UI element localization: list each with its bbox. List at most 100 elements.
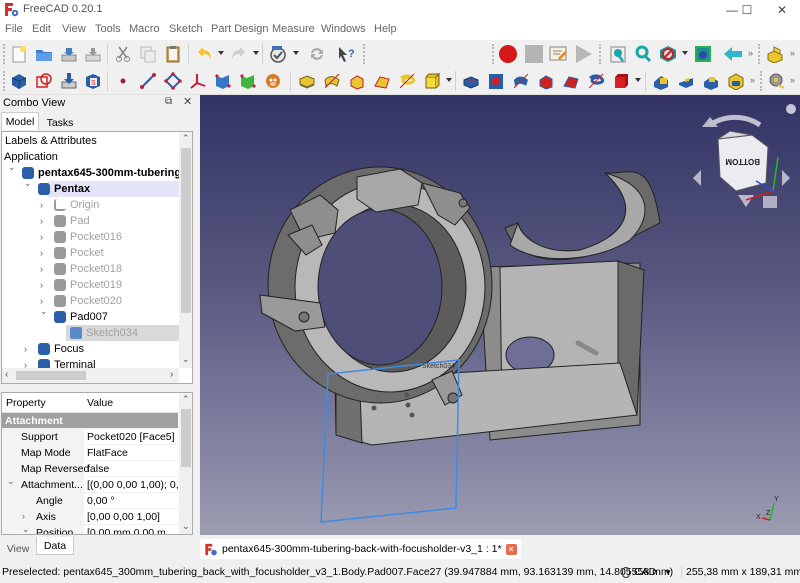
scroll-right-icon[interactable]: ›: [170, 369, 173, 380]
create-sketch-button[interactable]: [33, 70, 55, 92]
property-row-position[interactable]: ⌄ Position [0,00 mm 0,00 m...: [2, 524, 178, 534]
back-button[interactable]: [722, 43, 744, 65]
macro-stop-button[interactable]: [523, 43, 545, 65]
chamfer-button[interactable]: [675, 70, 697, 92]
additive-primitive-dropdown[interactable]: [446, 78, 452, 82]
collapse-arrow-icon[interactable]: ⌄: [8, 162, 16, 173]
property-group-attachment[interactable]: Attachment: [2, 413, 178, 429]
float-panel-icon[interactable]: ⧉: [165, 96, 172, 107]
property-scroll-thumb[interactable]: [181, 409, 191, 467]
toolbar-overflow-button-4[interactable]: »: [790, 75, 795, 85]
sub-shape-binder-button[interactable]: [212, 70, 234, 92]
redo-button[interactable]: [228, 43, 250, 65]
navcube-menu-icon[interactable]: [786, 104, 796, 114]
toolbar-grip[interactable]: [3, 44, 6, 64]
navcube-rotate-left-icon[interactable]: [693, 170, 701, 186]
fillet-button[interactable]: [650, 70, 672, 92]
menu-macro[interactable]: Macro: [129, 23, 160, 35]
measure-button[interactable]: [766, 70, 788, 92]
pad-button[interactable]: [296, 70, 318, 92]
property-row-map-reversed[interactable]: Map Reversed false: [2, 461, 178, 477]
toolbar-overflow-button-3[interactable]: »: [750, 75, 755, 85]
navcube-rotate-down-icon[interactable]: [738, 195, 754, 207]
tab-model[interactable]: Model: [1, 112, 39, 130]
expand-arrow-icon[interactable]: ›: [40, 248, 43, 258]
menu-sketch[interactable]: Sketch: [169, 23, 203, 35]
save-as-button[interactable]: [82, 43, 104, 65]
tree-item-sketch034[interactable]: Sketch034: [66, 325, 179, 341]
groove-button[interactable]: [510, 70, 532, 92]
menu-windows[interactable]: Windows: [321, 23, 366, 35]
close-button[interactable]: ✕: [764, 0, 800, 20]
property-row-angle[interactable]: Angle 0,00 °: [2, 493, 178, 509]
subtractive-loft-button[interactable]: [535, 70, 557, 92]
part-box-button[interactable]: [764, 43, 786, 65]
undo-dropdown[interactable]: [218, 51, 224, 55]
create-body-button[interactable]: [8, 70, 30, 92]
datum-point-button[interactable]: [112, 70, 134, 92]
shape-binder-button[interactable]: S: [82, 70, 104, 92]
expand-arrow-icon[interactable]: ›: [40, 232, 43, 242]
property-value[interactable]: false: [87, 463, 178, 475]
tree-item-pocket018[interactable]: › Pocket018: [2, 261, 179, 277]
tree-item-focus[interactable]: › Focus: [2, 341, 179, 357]
expand-arrow-icon[interactable]: ›: [40, 280, 43, 290]
subtractive-primitive-dropdown[interactable]: [635, 78, 641, 82]
thickness-button[interactable]: [725, 70, 747, 92]
tab-data[interactable]: Data: [36, 537, 74, 555]
tab-tasks[interactable]: Tasks: [41, 114, 79, 132]
open-button[interactable]: [33, 43, 55, 65]
scroll-up-icon[interactable]: ⌃: [182, 133, 190, 144]
toolbar-overflow-button-2[interactable]: »: [790, 48, 795, 58]
import-button[interactable]: [58, 70, 80, 92]
property-row-map-mode[interactable]: Map Mode FlatFace: [2, 445, 178, 461]
tree-item-pocket019[interactable]: › Pocket019: [2, 277, 179, 293]
navcube-rotate-right-icon[interactable]: [782, 170, 790, 186]
menu-help[interactable]: Help: [374, 23, 397, 35]
expand-arrow-icon[interactable]: ›: [40, 200, 43, 210]
scroll-down-icon[interactable]: ⌄: [182, 354, 190, 365]
whats-this-button[interactable]: ?: [335, 43, 357, 65]
tree-scroll-thumb[interactable]: [181, 148, 191, 313]
menu-part-design[interactable]: Part Design: [211, 23, 268, 35]
collapse-arrow-icon[interactable]: ⌄: [22, 524, 30, 534]
recompute-button[interactable]: [306, 43, 328, 65]
collapse-arrow-icon[interactable]: ⌄: [24, 178, 32, 189]
navcube-orbit-ccw-icon[interactable]: [708, 114, 762, 128]
expand-arrow-icon[interactable]: ›: [40, 216, 43, 226]
property-value[interactable]: [0,00 mm 0,00 m...: [87, 527, 178, 534]
datum-plane-button[interactable]: [162, 70, 184, 92]
expand-arrow-icon[interactable]: ›: [22, 511, 25, 521]
additive-pipe-button[interactable]: [371, 70, 393, 92]
property-row-support[interactable]: Support Pocket020 [Face5]: [2, 429, 178, 445]
property-value[interactable]: FlatFace: [87, 447, 178, 459]
part-feature-button[interactable]: [262, 70, 284, 92]
property-row-attachment[interactable]: ⌄ Attachment... [(0,00 0,00 1,00); 0,...: [2, 476, 178, 493]
tree-item-origin[interactable]: › Origin: [2, 197, 179, 213]
menu-view[interactable]: View: [62, 23, 86, 35]
3d-viewport[interactable]: Sketch034 BOTTOM Y Z X: [200, 95, 800, 535]
navigation-style-selector[interactable]: CAD ▼: [622, 566, 672, 578]
close-tab-icon[interactable]: ✕: [505, 543, 517, 555]
prop-scroll-up-icon[interactable]: ⌃: [182, 394, 190, 405]
subtractive-pipe-button[interactable]: [560, 70, 582, 92]
property-value[interactable]: [(0,00 0,00 1,00); 0,...: [87, 479, 178, 491]
scroll-left-icon[interactable]: ‹: [5, 369, 8, 380]
navcube-view-menu-icon[interactable]: [763, 196, 777, 208]
tree-item-pad[interactable]: › Pad: [2, 213, 179, 229]
expand-arrow-icon[interactable]: ›: [40, 296, 43, 306]
refresh-options-dropdown[interactable]: [293, 51, 299, 55]
close-panel-icon[interactable]: ✕: [183, 95, 192, 108]
redo-dropdown[interactable]: [253, 51, 259, 55]
maximize-button[interactable]: ☐: [730, 0, 764, 20]
menu-edit[interactable]: Edit: [32, 23, 51, 35]
document-tab[interactable]: pentax645-300mm-tubering-back-with-focus…: [200, 539, 521, 559]
cut-button[interactable]: [112, 43, 134, 65]
property-row-axis[interactable]: › Axis [0,00 0,00 1,00]: [2, 509, 178, 525]
pocket-button[interactable]: [460, 70, 482, 92]
property-value[interactable]: 0,00 °: [87, 495, 178, 507]
refresh-options-button[interactable]: [267, 43, 289, 65]
menu-file[interactable]: File: [5, 23, 23, 35]
tree-vertical-scrollbar[interactable]: ⌃ ⌄: [179, 132, 192, 368]
revolution-button[interactable]: [321, 70, 343, 92]
